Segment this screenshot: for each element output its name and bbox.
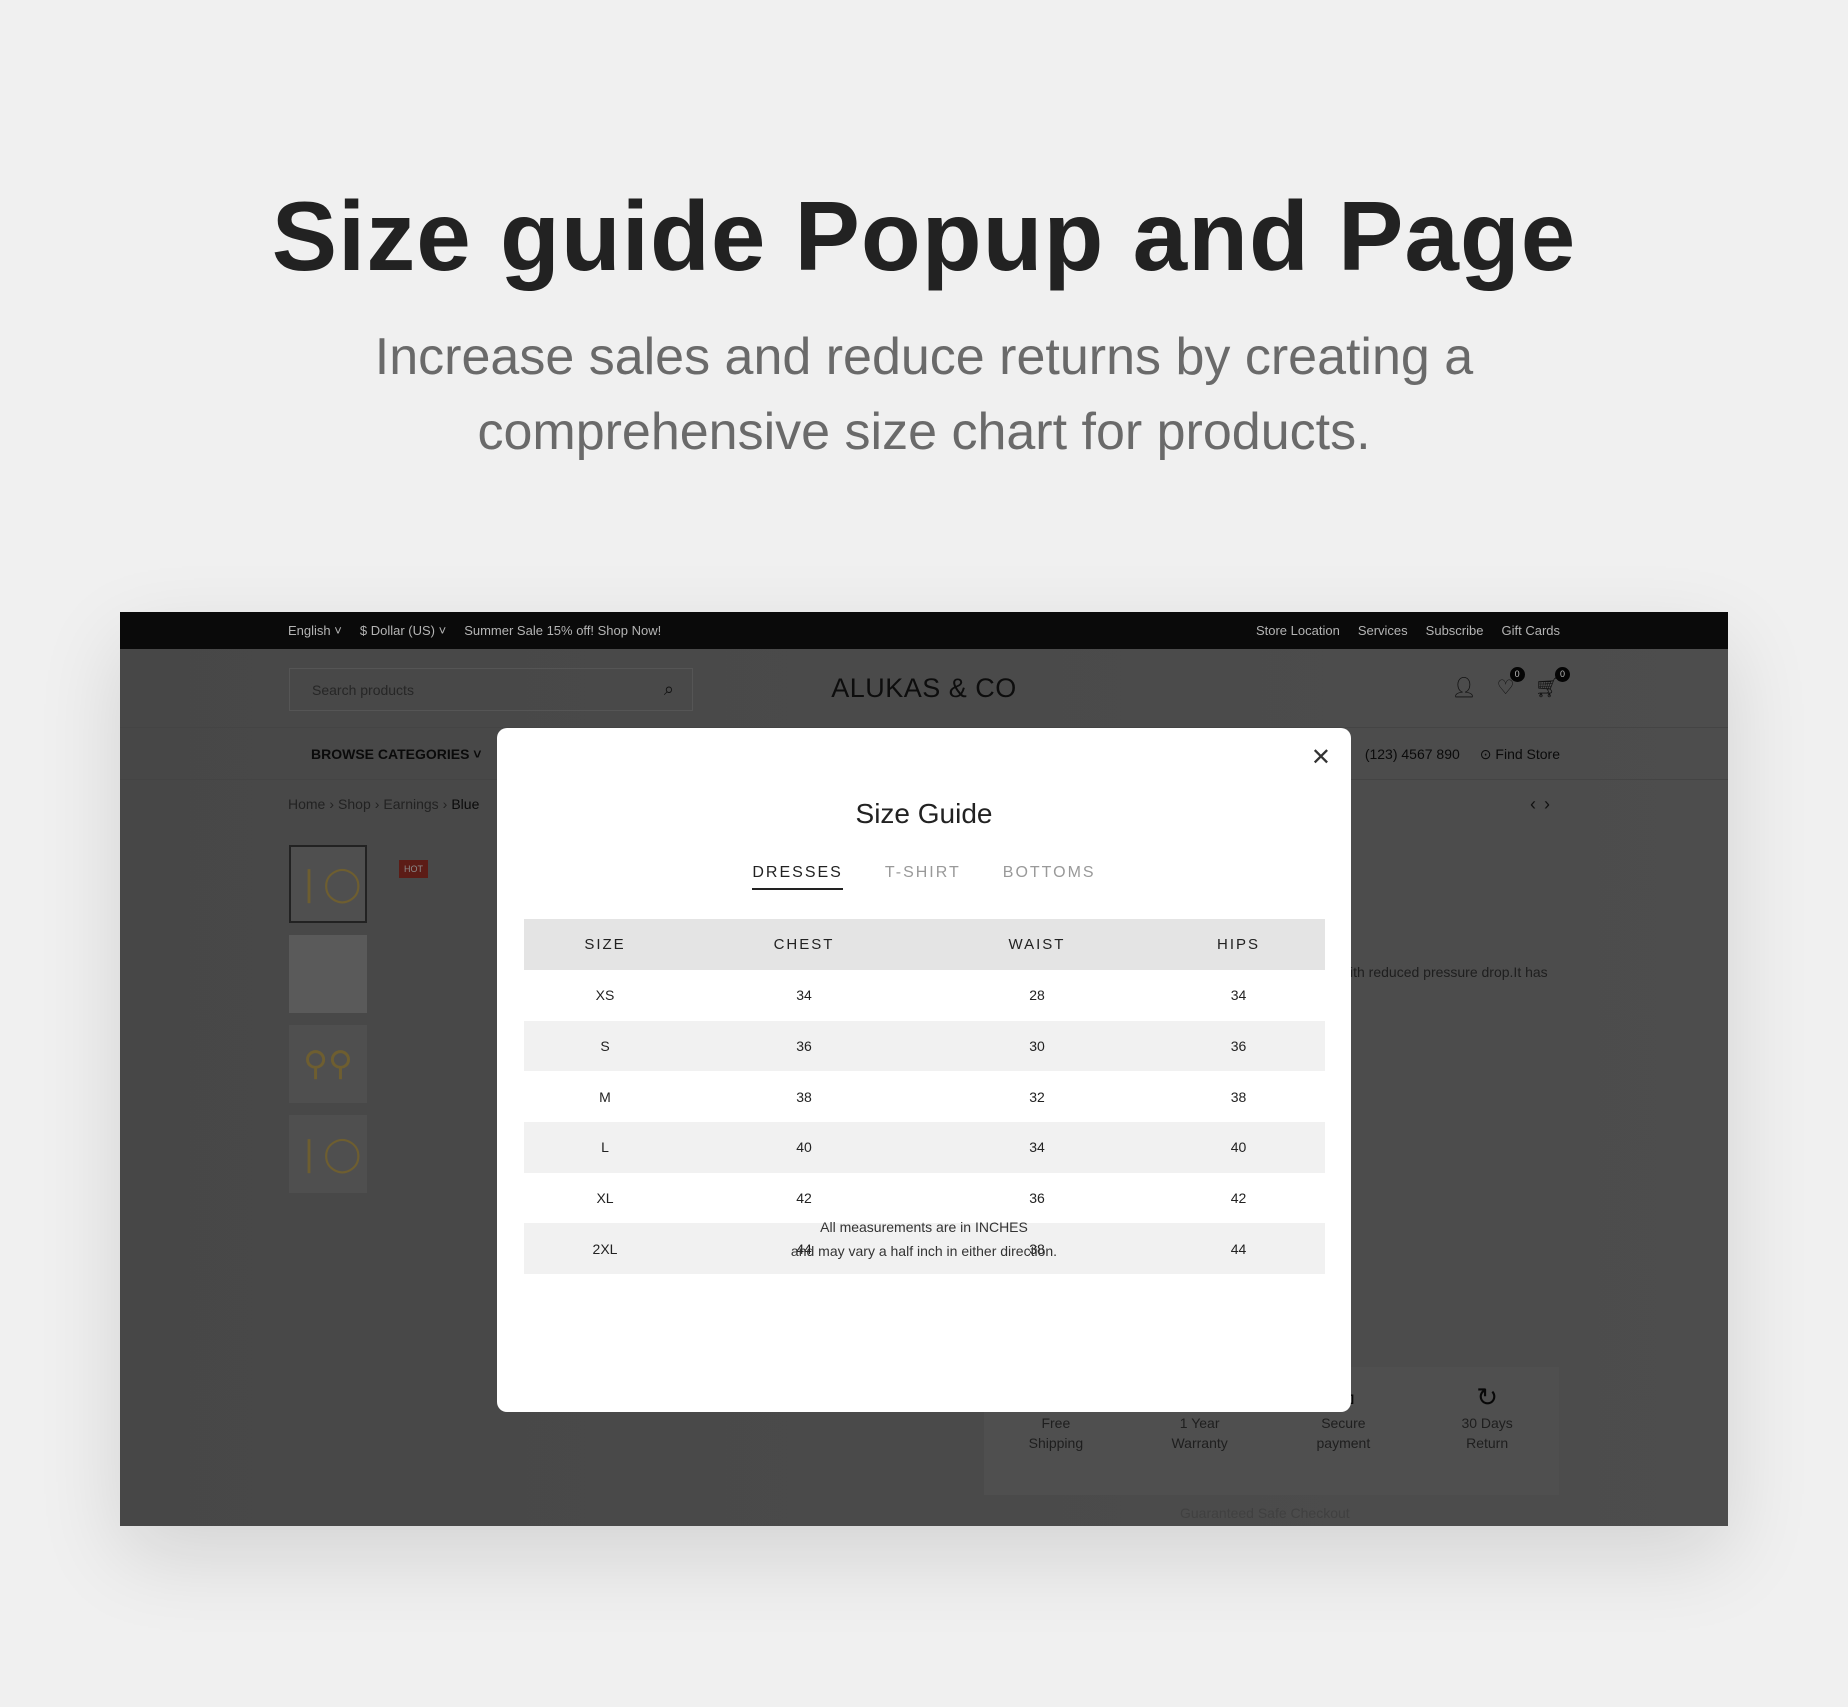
search-icon[interactable]: ⌕ <box>664 679 674 700</box>
phone-number[interactable]: (123) 4567 890 <box>1365 746 1460 763</box>
note-line-2: and may vary a half inch in either direc… <box>790 1243 1058 1259</box>
product-thumbnails: ❘◯ ⚲⚲ ❘◯ <box>289 845 367 1193</box>
feature-line: Secure <box>1321 1415 1366 1431</box>
size-guide-modal: ✕ Size Guide DRESSES T-SHIRT BOTTOMS SIZ… <box>497 728 1351 1412</box>
breadcrumb-shop[interactable]: Shop <box>338 796 371 812</box>
table-row: S 36 30 36 <box>524 1020 1325 1072</box>
hot-badge: HOT <box>399 860 428 878</box>
services-link[interactable]: Services <box>1358 623 1408 638</box>
feature-line: 1 Year <box>1179 1415 1220 1431</box>
table-cell: 34 <box>1230 987 1247 1004</box>
column-header: WAIST <box>922 919 1152 970</box>
note-line-1: All measurements are in INCHES <box>820 1219 1028 1235</box>
feature-line: Free <box>1041 1415 1071 1431</box>
thumbnail-1[interactable]: ❘◯ <box>289 845 367 923</box>
store-location-link[interactable]: Store Location <box>1256 623 1340 638</box>
modal-title: Size Guide <box>855 798 993 829</box>
table-row: L 40 34 40 <box>524 1122 1325 1173</box>
table-cell: 32 <box>1029 1088 1045 1105</box>
language-select[interactable]: English ˅ <box>288 623 342 638</box>
breadcrumb-separator: › <box>329 796 335 812</box>
hero-title: Size guide Popup and Page <box>271 181 1577 291</box>
table-cell: 40 <box>1152 1122 1325 1173</box>
breadcrumb-earnings[interactable]: Earnings <box>383 796 438 812</box>
wishlist-count: 0 <box>1509 667 1525 682</box>
cart-count: 0 <box>1555 667 1570 682</box>
breadcrumb: Home › Shop › Earnings › Blue <box>288 796 479 812</box>
tab-dresses[interactable]: DRESSES <box>752 864 843 890</box>
find-store-label: Find Store <box>1495 746 1560 762</box>
table-cell: S <box>524 1020 686 1072</box>
table-cell: XS <box>595 987 615 1004</box>
column-header: SIZE <box>524 919 686 970</box>
table-cell: 28 <box>1029 987 1045 1004</box>
measurement-note: All measurements are in INCHES and may v… <box>497 1215 1351 1263</box>
table-cell: L <box>524 1122 686 1173</box>
top-bar: English ˅ $ Dollar (US) ˅ Summer Sale 15… <box>120 612 1728 649</box>
site-header: Search products ⌕ ALUKAS & CO 👤︎ ♡ 0 🛒︎ 0 <box>120 649 1728 728</box>
currency-select[interactable]: $ Dollar (US) ˅ <box>360 623 446 638</box>
language-label: English <box>288 623 331 638</box>
table-cell: 38 <box>796 1088 812 1105</box>
logo[interactable]: ALUKAS & CO <box>804 673 1044 704</box>
table-cell: 36 <box>1152 1020 1325 1072</box>
table-row: XS 34 28 34 <box>524 970 1325 1021</box>
breadcrumb-home[interactable]: Home <box>288 796 325 812</box>
gift-cards-link[interactable]: Gift Cards <box>1501 623 1560 638</box>
search-input[interactable]: Search products ⌕ <box>289 668 693 711</box>
breadcrumb-separator: › <box>374 796 380 812</box>
currency-label: $ Dollar (US) <box>359 623 435 638</box>
product-description: ith reduced pressure drop.It has <box>1350 964 1548 980</box>
column-header: CHEST <box>686 919 922 970</box>
map-pin-icon: ⊙ <box>1479 746 1492 762</box>
hero-subtitle: Increase sales and reduce returns by cre… <box>374 328 1474 461</box>
table-cell: 30 <box>922 1020 1152 1072</box>
store-screenshot: English ˅ $ Dollar (US) ˅ Summer Sale 15… <box>120 612 1728 1526</box>
table-cell: 34 <box>796 987 812 1004</box>
table-cell: M <box>599 1088 611 1105</box>
breadcrumb-current: Blue <box>451 796 480 812</box>
feature-line: 30 Days <box>1461 1415 1513 1431</box>
feature-line: Return <box>1466 1435 1509 1451</box>
thumbnail-4[interactable]: ❘◯ <box>289 1115 367 1193</box>
search-placeholder: Search products <box>312 682 414 698</box>
breadcrumb-separator: › <box>442 796 448 812</box>
table-cell: 34 <box>922 1122 1152 1173</box>
column-header: HIPS <box>1152 919 1325 970</box>
subscribe-link[interactable]: Subscribe <box>1426 623 1484 638</box>
table-cell: 36 <box>686 1020 922 1072</box>
cart-icon[interactable]: 🛒︎ 0 <box>1535 667 1570 700</box>
tab-bottoms[interactable]: BOTTOMS <box>1003 864 1096 890</box>
table-cell: 38 <box>1230 1088 1247 1105</box>
browse-label: BROWSE CATEGORIES <box>311 746 470 762</box>
table-row: M 38 32 38 <box>524 1071 1325 1122</box>
promo-link[interactable]: Summer Sale 15% off! Shop Now! <box>464 623 661 638</box>
thumbnail-2[interactable] <box>289 935 367 1013</box>
feature-line: payment <box>1316 1435 1371 1451</box>
account-icon[interactable]: 👤︎ <box>1451 675 1476 700</box>
tab-t-shirt[interactable]: T-SHIRT <box>885 864 961 890</box>
table-cell: 40 <box>686 1122 922 1173</box>
feature-line: Warranty <box>1171 1435 1228 1451</box>
thumbnail-3[interactable]: ⚲⚲ <box>289 1025 367 1103</box>
wishlist-icon[interactable]: ♡ 0 <box>1497 667 1525 700</box>
browse-categories-button[interactable]: BROWSE CATEGORIES ˅ <box>311 746 482 762</box>
table-header-row: SIZE CHEST WAIST HIPS <box>524 919 1325 970</box>
safe-checkout-label: Guaranteed Safe Checkout <box>1180 1505 1350 1521</box>
product-pagination[interactable]: ‹› <box>1530 794 1558 815</box>
size-guide-tabs: DRESSES T-SHIRT BOTTOMS <box>497 864 1351 890</box>
feature-return: ↻ 30 Days Return <box>1432 1382 1542 1495</box>
close-icon[interactable]: ✕ <box>1311 746 1331 770</box>
find-store-link[interactable]: ⊙ Find Store <box>1480 746 1560 763</box>
feature-line: Shipping <box>1028 1435 1084 1451</box>
return-icon: ↻ <box>1476 1382 1499 1412</box>
